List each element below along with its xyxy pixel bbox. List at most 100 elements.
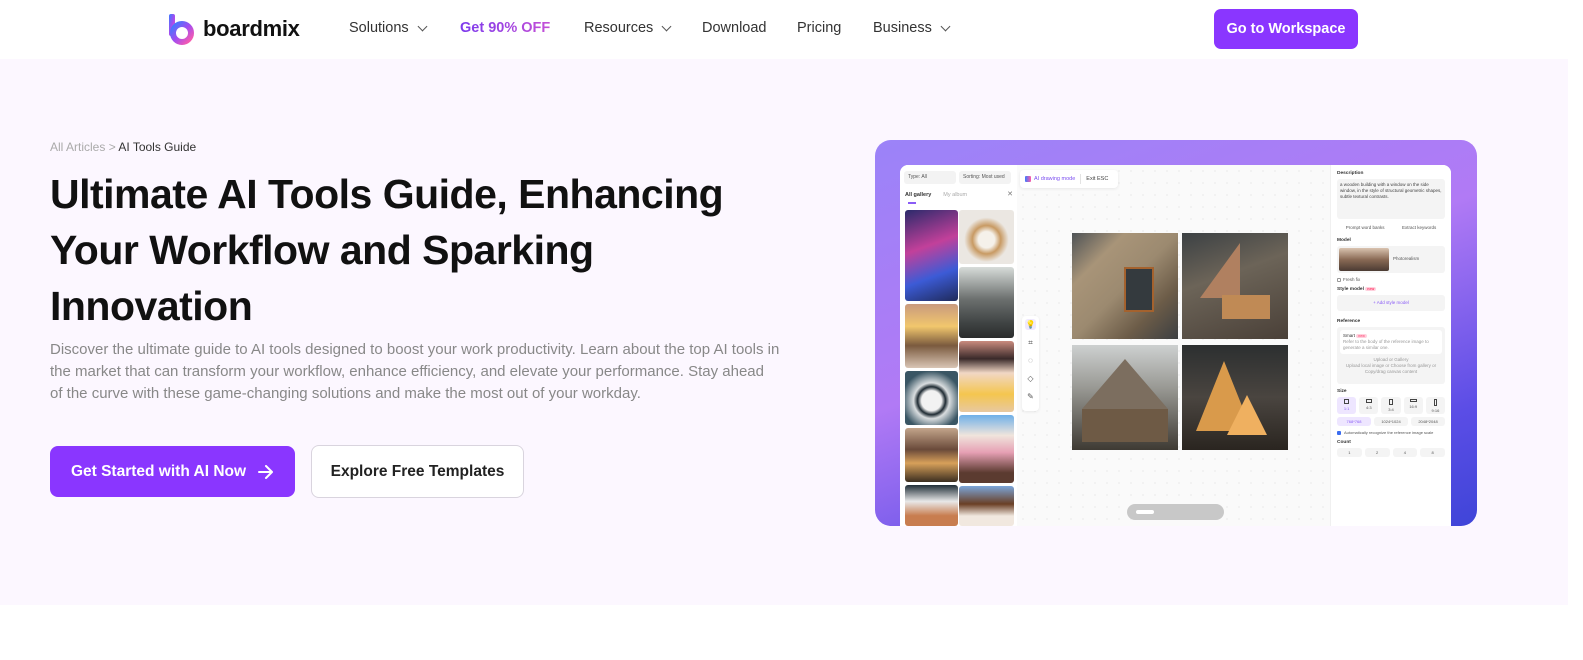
lightbulb-icon[interactable]: 💡	[1025, 319, 1036, 330]
model-select[interactable]: Photorealism	[1337, 246, 1445, 273]
gallery-thumb-skater[interactable]	[905, 304, 958, 368]
get-started-button[interactable]: Get Started with AI Now	[50, 446, 295, 497]
type-filter[interactable]: Type: All	[904, 171, 956, 184]
chevron-down-icon	[417, 21, 428, 31]
nav-download[interactable]: Download	[702, 20, 767, 36]
ratio-square-icon	[1344, 399, 1350, 404]
chevron-down-icon	[940, 21, 951, 31]
go-to-workspace-button[interactable]: Go to Workspace	[1214, 9, 1358, 49]
gallery-thumb-guitar[interactable]	[905, 428, 958, 482]
breadcrumb-separator: >	[105, 140, 119, 154]
ratio-portrait-icon	[1389, 399, 1393, 405]
size-label: Size	[1337, 389, 1347, 394]
product-preview: Type: All Sorting: Most used All gallery…	[875, 140, 1477, 526]
reference-box[interactable]: Smart new Refer to the body of the refere…	[1337, 327, 1445, 384]
count-option[interactable]: 4	[1392, 448, 1418, 457]
ratio-option[interactable]: 9:16	[1425, 397, 1446, 414]
ratio-label: 9:16	[1431, 408, 1440, 413]
nav-pricing[interactable]: Pricing	[797, 20, 841, 36]
resolution-option[interactable]: 2048*2048	[1411, 417, 1445, 426]
pen-icon[interactable]: ✎	[1025, 391, 1036, 402]
ratio-tall-icon	[1433, 399, 1437, 406]
auto-scale-option[interactable]: Automatically recognize the reference im…	[1337, 430, 1445, 435]
fresh-fix-label: Fresh fix	[1343, 277, 1361, 282]
tab-my-album[interactable]: My album	[943, 192, 967, 198]
tab-all-gallery[interactable]: All gallery	[905, 192, 931, 198]
lit-gable-small	[1227, 395, 1267, 435]
description-label: Description	[1337, 171, 1364, 176]
explore-templates-button[interactable]: Explore Free Templates	[311, 445, 524, 498]
brand-name: boardmix	[203, 16, 300, 41]
arrow-right-icon	[258, 464, 274, 479]
get-started-label: Get Started with AI Now	[70, 462, 247, 480]
upload-hint: Upload local image or Choose from galler…	[1345, 363, 1437, 374]
count-option[interactable]: 2	[1364, 448, 1390, 457]
checkbox-checked[interactable]	[1337, 430, 1341, 435]
gallery-thumb-helmet[interactable]	[905, 371, 958, 425]
lasso-icon[interactable]: ◌	[1025, 355, 1036, 366]
nav-download-label: Download	[702, 20, 767, 36]
prompt-actions: Prompt word banks Extract keywords	[1337, 225, 1445, 230]
count-option[interactable]: 1	[1337, 448, 1362, 457]
close-icon[interactable]: ✕	[1007, 190, 1013, 198]
crop-icon[interactable]: ⌗	[1025, 337, 1036, 348]
model-thumbnail	[1339, 248, 1389, 271]
new-badge: new	[1356, 334, 1367, 338]
ratio-option[interactable]: 3:4	[1381, 397, 1401, 414]
gallery-thumb-jacket-man[interactable]	[959, 267, 1014, 338]
sorting-filter[interactable]: Sorting: Most used	[959, 171, 1011, 184]
smart-label: Smart	[1343, 333, 1356, 338]
fresh-fix-option[interactable]: Fresh fix	[1337, 277, 1445, 282]
gallery-thumb-girl-yellow[interactable]	[959, 341, 1014, 412]
eraser-icon[interactable]: ◇	[1025, 373, 1036, 384]
resolution-options: 768*768 1024*1024 2048*2048	[1337, 417, 1445, 426]
ratio-option[interactable]: 1:1	[1337, 397, 1357, 414]
nav-resources[interactable]: Resources	[584, 20, 672, 36]
count-option[interactable]: 8	[1420, 448, 1445, 457]
ai-drawing-mode-label: AI drawing mode	[1034, 176, 1076, 182]
exit-mode-button[interactable]: Exit ESC	[1086, 176, 1108, 182]
generated-image-1[interactable]	[1072, 233, 1178, 339]
lit-room	[1222, 295, 1270, 319]
nav-business[interactable]: Business	[873, 20, 951, 36]
ai-logo-icon	[1025, 176, 1031, 182]
scroll-thumb[interactable]	[1136, 510, 1154, 514]
gallery-thumb-chair[interactable]	[959, 210, 1014, 264]
gallery-thumb-anime-girl[interactable]	[905, 210, 958, 301]
gallery-thumb-dog[interactable]	[959, 486, 1014, 526]
add-style-model-button[interactable]: + Add style model	[1337, 295, 1445, 311]
prompt-word-banks-button[interactable]: Prompt word banks	[1346, 225, 1385, 230]
gallery-thumb-girl-cap[interactable]	[959, 415, 1014, 483]
smart-hint: Refer to the body of the reference image…	[1343, 339, 1429, 350]
description-input[interactable]: a wooden building with a window on the s…	[1337, 179, 1445, 219]
gallery-thumb-astronaut[interactable]	[905, 485, 958, 526]
gallery-tabs: All gallery My album	[905, 192, 967, 198]
ratio-wide-icon	[1409, 399, 1417, 402]
ratio-option[interactable]: 4:3	[1359, 397, 1379, 414]
canvas-scrollbar[interactable]	[1127, 504, 1224, 520]
nav-solutions[interactable]: Solutions	[349, 20, 428, 36]
resolution-option[interactable]: 1024*1024	[1374, 417, 1408, 426]
breadcrumb-current: AI Tools Guide	[118, 140, 197, 154]
breadcrumb-parent-link[interactable]: All Articles	[50, 140, 105, 154]
ratio-label: 1:1	[1343, 406, 1350, 411]
generated-image-2[interactable]	[1182, 233, 1288, 339]
generated-image-3[interactable]	[1072, 345, 1178, 450]
canvas-toolbar: 💡 ⌗ ◌ ◇ ✎	[1022, 316, 1039, 411]
breadcrumb: All Articles > AI Tools Guide	[50, 140, 196, 154]
ratio-option[interactable]: 16:9	[1403, 397, 1423, 414]
extract-keywords-button[interactable]: Extract keywords	[1402, 225, 1436, 230]
hero-description: Discover the ultimate guide to AI tools …	[50, 341, 780, 402]
resolution-option[interactable]: 768*768	[1337, 417, 1371, 426]
ratio-label: 16:9	[1409, 404, 1418, 409]
preview-app-window: Type: All Sorting: Most used All gallery…	[900, 165, 1451, 526]
generated-image-4[interactable]	[1182, 345, 1288, 450]
glass-wall	[1082, 409, 1168, 442]
brand-logo[interactable]: boardmix	[168, 13, 300, 45]
ratio-options: 1:1 4:3 3:4 16:9 9:16	[1337, 397, 1446, 414]
smart-reference-select[interactable]: Smart new Refer to the body of the refere…	[1340, 330, 1442, 354]
checkbox[interactable]	[1337, 277, 1341, 282]
style-model-text: Style model	[1337, 287, 1364, 292]
nav-promo[interactable]: Get 90% OFF	[460, 20, 550, 36]
page-title: Ultimate AI Tools Guide, Enhancing Your …	[50, 171, 724, 329]
